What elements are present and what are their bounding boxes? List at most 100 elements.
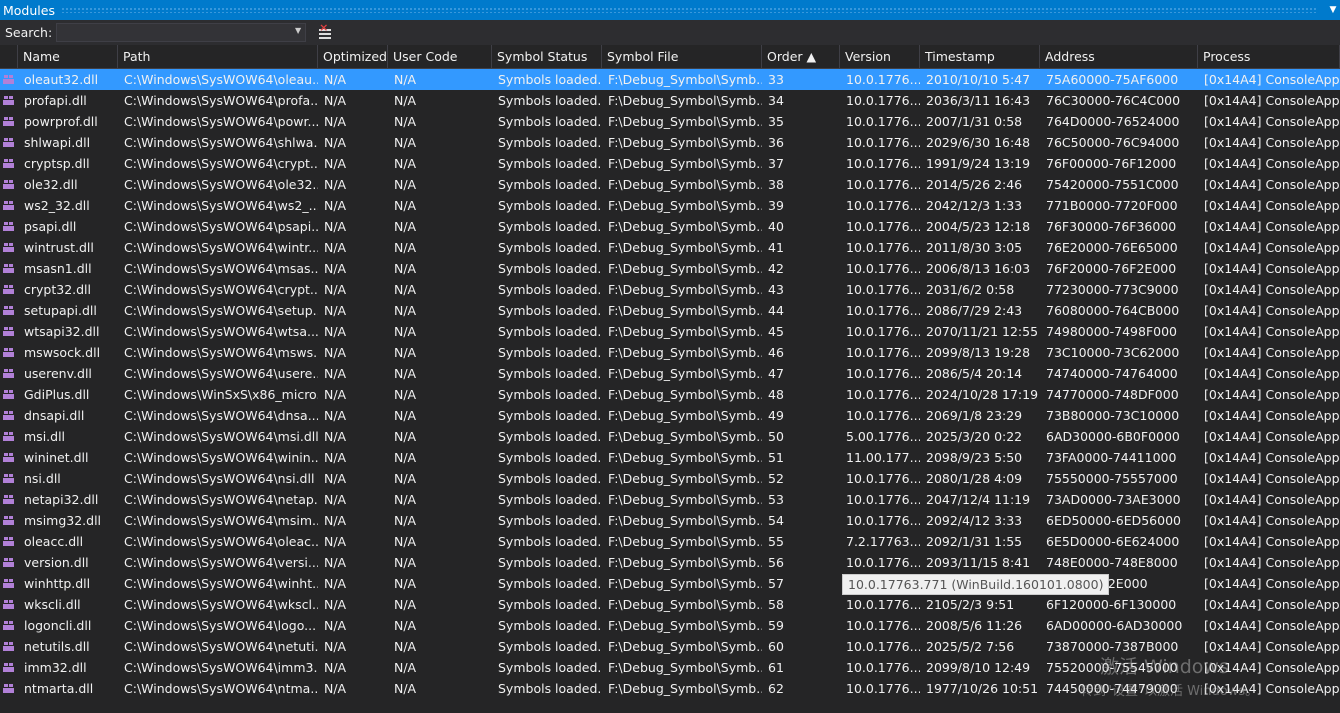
table-row[interactable]: logoncli.dll C:\Windows\SysWOW64\logo... N… (0, 615, 1340, 636)
table-row[interactable]: ws2_32.dll C:\Windows\SysWOW64\ws2_... N/A… (0, 195, 1340, 216)
module-icon (0, 552, 18, 573)
table-row[interactable]: cryptsp.dll C:\Windows\SysWOW64\crypt... N… (0, 153, 1340, 174)
search-input[interactable] (57, 24, 286, 41)
column-header-symbol-status[interactable]: Symbol Status (492, 45, 602, 69)
table-row[interactable]: winhttp.dll C:\Windows\SysWOW64\winht... N… (0, 573, 1340, 594)
cell-optimized: N/A (324, 492, 347, 507)
column-header-symbol-file[interactable]: Symbol File (602, 45, 762, 69)
table-row[interactable]: version.dll C:\Windows\SysWOW64\versi... N… (0, 552, 1340, 573)
cell-user-code: N/A (394, 114, 417, 129)
table-row[interactable]: netutils.dll C:\Windows\SysWOW64\netuti..… (0, 636, 1340, 657)
cell-path: C:\Windows\SysWOW64\oleau... (124, 72, 318, 87)
cell-path: C:\Windows\SysWOW64\netap... (124, 492, 318, 507)
drag-grip[interactable] (60, 7, 1316, 13)
table-row[interactable]: crypt32.dll C:\Windows\SysWOW64\crypt... N… (0, 279, 1340, 300)
cell-timestamp: 2086/7/29 2:43 (926, 303, 1023, 318)
cell-user-code: N/A (394, 366, 417, 381)
cell-symbol-status: Symbols loaded. (498, 408, 602, 423)
cell-address: 76080000-764CB000 (1046, 303, 1180, 318)
table-row[interactable]: ole32.dll C:\Windows\SysWOW64\ole32... N/A… (0, 174, 1340, 195)
cell-symbol-status: Symbols loaded. (498, 639, 602, 654)
cell-user-code: N/A (394, 345, 417, 360)
cell-process: [0x14A4] ConsoleApplic (1204, 534, 1340, 549)
cell-path: C:\Windows\SysWOW64\versi... (124, 555, 318, 570)
column-header-order[interactable]: Order ▲ (762, 45, 840, 69)
cell-path: C:\Windows\WinSxS\x86_micro... (124, 387, 318, 402)
cell-path: C:\Windows\SysWOW64\ole32... (124, 177, 318, 192)
cell-process: [0x14A4] ConsoleApplic (1204, 660, 1340, 675)
column-header-process[interactable]: Process (1198, 45, 1340, 69)
table-row[interactable]: nsi.dll C:\Windows\SysWOW64\nsi.dll N/A N/A… (0, 468, 1340, 489)
table-row[interactable]: wkscli.dll C:\Windows\SysWOW64\wkscl... N/… (0, 594, 1340, 615)
cell-symbol-file: F:\Debug_Symbol\Symb... (608, 618, 762, 633)
column-header-optimized[interactable]: Optimized (318, 45, 388, 69)
table-row[interactable]: msimg32.dll C:\Windows\SysWOW64\msim... N/… (0, 510, 1340, 531)
cell-symbol-status: Symbols loaded. (498, 282, 602, 297)
cell-path: C:\Windows\SysWOW64\dnsa... (124, 408, 318, 423)
cell-address: 76E20000-76E65000 (1046, 240, 1178, 255)
table-row[interactable]: shlwapi.dll C:\Windows\SysWOW64\shlwa... N… (0, 132, 1340, 153)
dropdown-arrow-icon[interactable]: ▼ (1326, 5, 1340, 15)
cell-symbol-status: Symbols loaded. (498, 72, 602, 87)
cell-process: [0x14A4] ConsoleApplic (1204, 681, 1340, 696)
cell-order: 35 (768, 114, 784, 129)
column-header-address[interactable]: Address (1040, 45, 1198, 69)
column-header-user-code[interactable]: User Code (388, 45, 492, 69)
column-header-name[interactable]: Name (18, 45, 118, 69)
cell-process: [0x14A4] ConsoleApplic (1204, 471, 1340, 486)
column-header-path[interactable]: Path (118, 45, 318, 69)
cell-optimized: N/A (324, 387, 347, 402)
cell-order: 41 (768, 240, 784, 255)
cell-name: winhttp.dll (24, 576, 91, 591)
cell-symbol-status: Symbols loaded. (498, 93, 602, 108)
table-row[interactable]: dnsapi.dll C:\Windows\SysWOW64\dnsa... N/A… (0, 405, 1340, 426)
table-row[interactable]: wininet.dll C:\Windows\SysWOW64\winin... N… (0, 447, 1340, 468)
cell-user-code: N/A (394, 597, 417, 612)
table-row[interactable]: wtsapi32.dll C:\Windows\SysWOW64\wtsa... N… (0, 321, 1340, 342)
table-row[interactable]: mswsock.dll C:\Windows\SysWOW64\msws... N/… (0, 342, 1340, 363)
cell-order: 56 (768, 555, 784, 570)
cell-symbol-status: Symbols loaded. (498, 681, 602, 696)
cell-name: mswsock.dll (24, 345, 101, 360)
cell-version: 10.0.1776... (846, 261, 920, 276)
table-row[interactable]: userenv.dll C:\Windows\SysWOW64\usere... N… (0, 363, 1340, 384)
table-row[interactable]: wintrust.dll C:\Windows\SysWOW64\wintr...… (0, 237, 1340, 258)
table-row[interactable]: msasn1.dll C:\Windows\SysWOW64\msas... N/A… (0, 258, 1340, 279)
cell-timestamp: 2093/11/15 8:41 (926, 555, 1031, 570)
cell-name: cryptsp.dll (24, 156, 90, 171)
cell-name: ws2_32.dll (24, 198, 90, 213)
table-row[interactable]: setupapi.dll C:\Windows\SysWOW64\setup...… (0, 300, 1340, 321)
table-row[interactable]: psapi.dll C:\Windows\SysWOW64\psapi... N/A… (0, 216, 1340, 237)
cell-symbol-status: Symbols loaded. (498, 555, 602, 570)
column-header-version[interactable]: Version (840, 45, 920, 69)
cell-order: 61 (768, 660, 784, 675)
cell-path: C:\Windows\SysWOW64\powr... (124, 114, 318, 129)
module-icon (0, 657, 18, 678)
cell-order: 46 (768, 345, 784, 360)
column-header-timestamp[interactable]: Timestamp (920, 45, 1040, 69)
chevron-down-icon[interactable]: ▼ (295, 26, 301, 35)
table-row[interactable]: imm32.dll C:\Windows\SysWOW64\imm3... N/A N… (0, 657, 1340, 678)
table-row[interactable]: GdiPlus.dll C:\Windows\WinSxS\x86_micro..… (0, 384, 1340, 405)
clear-search-button[interactable]: × (316, 21, 336, 43)
cell-address: 6AD00000-6AD30000 (1046, 618, 1183, 633)
cell-path: C:\Windows\SysWOW64\logo... (124, 618, 317, 633)
table-row[interactable]: ntmarta.dll C:\Windows\SysWOW64\ntma... N/… (0, 678, 1340, 699)
table-row[interactable]: oleacc.dll C:\Windows\SysWOW64\oleac... N/… (0, 531, 1340, 552)
cell-symbol-file: F:\Debug_Symbol\Symb... (608, 135, 762, 150)
module-icon (0, 342, 18, 363)
table-row[interactable]: msi.dll C:\Windows\SysWOW64\msi.dll N/A N/A… (0, 426, 1340, 447)
table-row[interactable]: powrprof.dll C:\Windows\SysWOW64\powr... N… (0, 111, 1340, 132)
table-row[interactable]: oleaut32.dll C:\Windows\SysWOW64\oleau...… (0, 69, 1340, 90)
table-row[interactable]: profapi.dll C:\Windows\SysWOW64\profa... N… (0, 90, 1340, 111)
cell-name: dnsapi.dll (24, 408, 85, 423)
cell-address: 764D0000-76524000 (1046, 114, 1180, 129)
module-icon (0, 468, 18, 489)
table-row[interactable]: netapi32.dll C:\Windows\SysWOW64\netap...… (0, 489, 1340, 510)
cell-order: 42 (768, 261, 784, 276)
module-icon (0, 132, 18, 153)
cell-user-code: N/A (394, 135, 417, 150)
search-combobox[interactable]: ▼ (56, 23, 307, 42)
cell-symbol-status: Symbols loaded. (498, 492, 602, 507)
cell-symbol-status: Symbols loaded. (498, 261, 602, 276)
